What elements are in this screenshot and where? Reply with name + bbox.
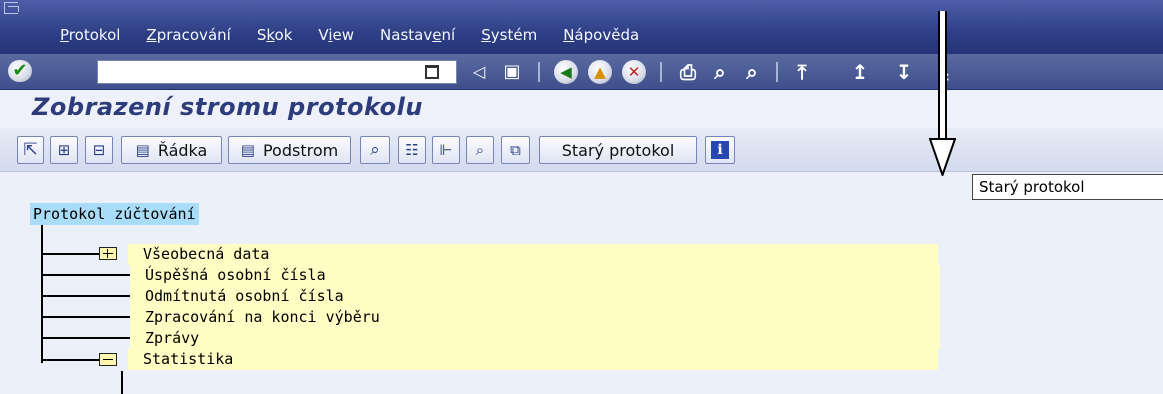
collapse-icon: ⊟ bbox=[92, 140, 106, 159]
menu-items: Protokol Zpracování Skok View Nastavení Systé… bbox=[60, 26, 665, 44]
subtree-icon: ▤ bbox=[240, 140, 255, 159]
cancel-icon[interactable]: ✕ bbox=[622, 60, 646, 84]
tree-node-zpracovani-na-konci-vyberu[interactable]: Zpracování na konci výběru bbox=[130, 307, 940, 328]
copy-icon: ⧉ bbox=[510, 140, 521, 159]
back-icon[interactable]: ◀ bbox=[554, 60, 578, 84]
expand-icon: ⊞ bbox=[57, 140, 71, 159]
hierarchy-button[interactable]: ⊩ bbox=[432, 136, 460, 164]
hierarchy-icon: ⊩ bbox=[439, 140, 453, 159]
annotation-arrow-head bbox=[929, 138, 956, 176]
command-field[interactable] bbox=[97, 60, 457, 84]
tree-node-uspesna-osobni-cisla[interactable]: Úspěšná osobní čísla bbox=[130, 265, 940, 286]
application-toolbar: ⇱ ⊞ ⊟ ▤ Řádka ▤ Podstrom ⌕ ☷ ⊩ ⌕ ⧉ Starý… bbox=[0, 128, 1163, 172]
save-icon[interactable]: ▣ bbox=[500, 60, 524, 84]
menu-item-view[interactable]: View bbox=[318, 26, 354, 44]
choose-icon: ⇱ bbox=[23, 139, 38, 160]
copy-button[interactable]: ⧉ bbox=[501, 136, 530, 164]
podstrom-label: Podstrom bbox=[262, 140, 339, 160]
tree-sub-line bbox=[121, 371, 123, 394]
app-menu-icon[interactable] bbox=[4, 2, 19, 14]
annotation-arrow-shaft bbox=[938, 11, 947, 141]
tree-node-statistika[interactable]: Statistika bbox=[128, 349, 938, 370]
folder-collapsed-icon[interactable] bbox=[99, 247, 117, 260]
previous-page-icon[interactable]: ↥ bbox=[848, 60, 872, 84]
folder-expanded-icon[interactable] bbox=[99, 353, 117, 366]
title-bar: Zobrazení stromu protokolu bbox=[0, 90, 1163, 128]
menu-item-skok[interactable]: Skok bbox=[257, 26, 293, 44]
magnifier-icon: ⌕ bbox=[370, 139, 380, 160]
radka-button[interactable]: ▤ Řádka bbox=[121, 136, 222, 164]
expand-all-button[interactable]: ⊞ bbox=[50, 136, 78, 164]
next-page-icon[interactable]: ↧ bbox=[892, 60, 916, 84]
info-button[interactable]: i bbox=[705, 136, 735, 164]
enter-icon[interactable]: ✔ bbox=[8, 60, 32, 82]
stary-protokol-label: Starý protokol bbox=[561, 140, 675, 160]
menu-item-system[interactable]: Systém bbox=[481, 26, 537, 44]
content-area: Protokol zúčtování Všeobecná data Úspěšn… bbox=[0, 172, 1163, 394]
collapse-all-button[interactable]: ⊟ bbox=[85, 136, 113, 164]
system-toolbar: ✔ ◁ ▣ ◀ ▲ ✕ ⎙ ⌕ ⌕ ⤒ ↥ ↧ ⤓ bbox=[0, 54, 1163, 90]
print-icon[interactable]: ⎙ bbox=[676, 60, 700, 84]
tree-branch-line bbox=[41, 253, 99, 255]
tooltip: Starý protokol bbox=[972, 174, 1163, 200]
back-nav-icon[interactable]: ◁ bbox=[467, 60, 491, 84]
radka-label: Řádka bbox=[157, 140, 208, 160]
tree-node-zpravy[interactable]: Zprávy bbox=[130, 328, 940, 349]
find-icon[interactable]: ⌕ bbox=[708, 60, 732, 84]
first-page-icon[interactable]: ⤒ bbox=[790, 60, 814, 84]
tree-trunk-line bbox=[41, 225, 43, 363]
binoculars-icon: ⌕ bbox=[475, 140, 485, 159]
toolbar-separator bbox=[776, 62, 778, 82]
row-icon: ▤ bbox=[135, 140, 150, 159]
list-button[interactable]: ☷ bbox=[398, 136, 426, 164]
tree-branch-line bbox=[41, 316, 131, 318]
command-field-icon[interactable] bbox=[425, 65, 439, 79]
tree-branch-line bbox=[41, 337, 131, 339]
toolbar-separator bbox=[660, 62, 662, 82]
tree-node-odmitnuta-osobni-cisla[interactable]: Odmítnutá osobní čísla bbox=[130, 286, 940, 307]
stary-protokol-button[interactable]: Starý protokol bbox=[539, 136, 697, 164]
find-button[interactable]: ⌕ bbox=[466, 136, 494, 164]
tree-node-vseobecna-data[interactable]: Všeobecná data bbox=[128, 244, 938, 265]
tree-branch-line bbox=[41, 274, 131, 276]
podstrom-button[interactable]: ▤ Podstrom bbox=[228, 136, 351, 164]
page-title: Zobrazení stromu protokolu bbox=[32, 93, 423, 121]
menu-item-nastaveni[interactable]: Nastavení bbox=[380, 26, 455, 44]
exit-icon[interactable]: ▲ bbox=[588, 60, 612, 84]
zoom-button[interactable]: ⌕ bbox=[360, 136, 390, 164]
tree-root-node[interactable]: Protokol zúčtování bbox=[30, 203, 199, 225]
menu-item-napoveda[interactable]: Nápověda bbox=[563, 26, 639, 44]
choose-button[interactable]: ⇱ bbox=[17, 136, 44, 164]
list-icon: ☷ bbox=[405, 140, 419, 159]
menu-item-protokol[interactable]: Protokol bbox=[60, 26, 120, 44]
tree-branch-line bbox=[41, 295, 131, 297]
tree-branch-line bbox=[41, 359, 99, 361]
toolbar-separator bbox=[538, 62, 540, 82]
find-next-icon[interactable]: ⌕ bbox=[740, 60, 764, 84]
menu-item-zpracovani[interactable]: Zpracování bbox=[146, 26, 230, 44]
info-icon: i bbox=[711, 141, 729, 159]
menu-bar: Protokol Zpracování Skok View Nastavení Systé… bbox=[0, 0, 1163, 54]
